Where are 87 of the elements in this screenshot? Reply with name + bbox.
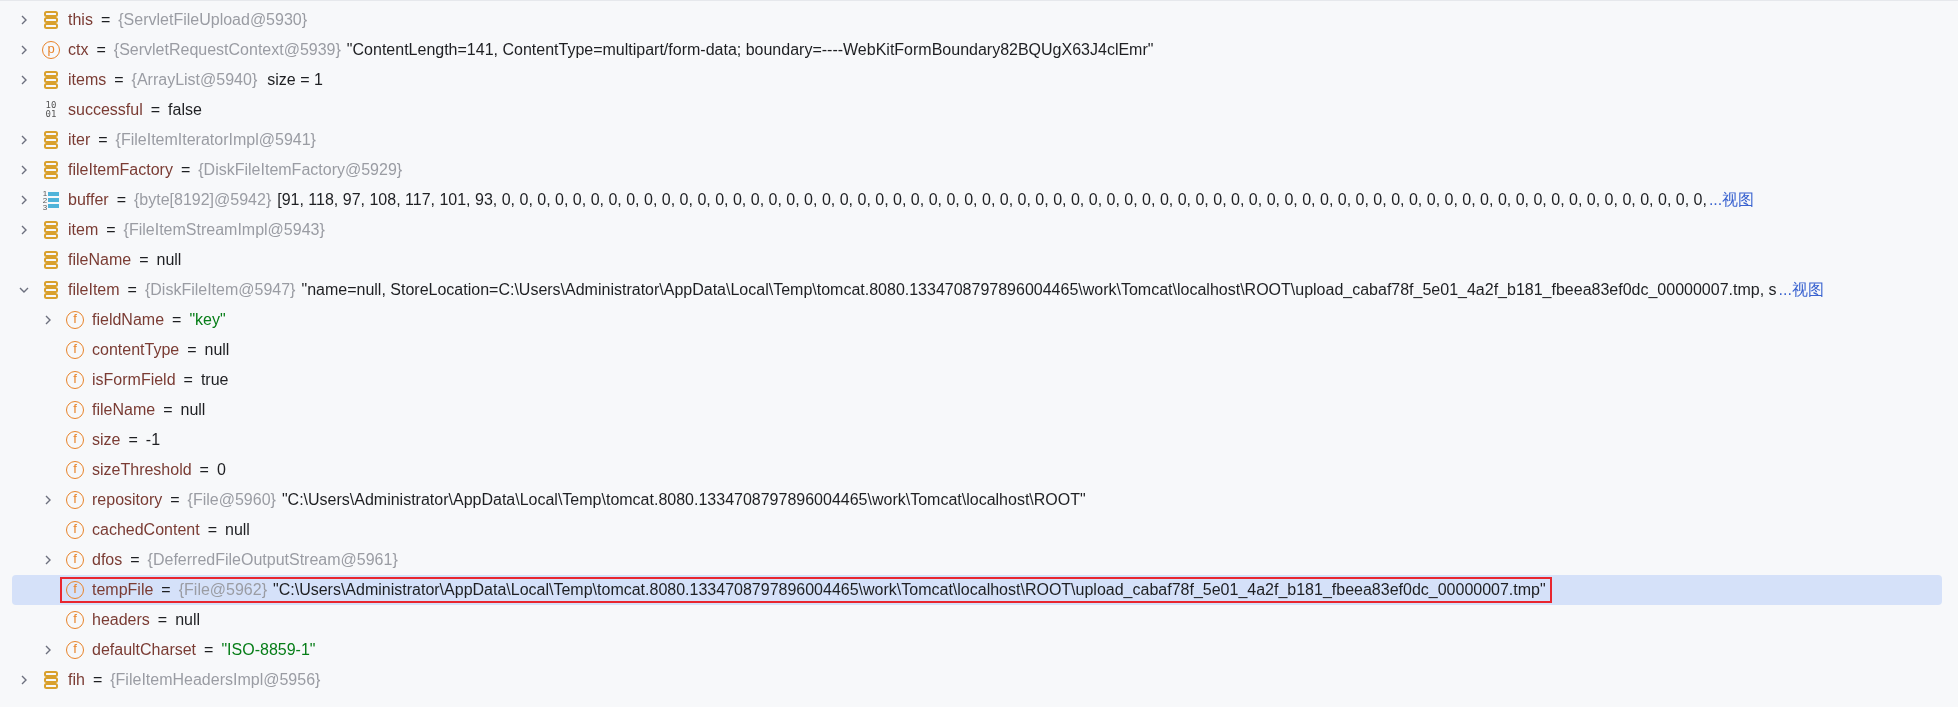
variable-name: headers	[92, 611, 150, 629]
equals-sign: =	[130, 551, 140, 569]
value-text: false	[168, 101, 202, 119]
type-label: {FileItemIteratorImpl@5941}	[115, 131, 316, 149]
equals-sign: =	[172, 311, 182, 329]
type-label: {DiskFileItem@5947}	[144, 281, 296, 299]
type-label: {ArrayList@5940}	[131, 71, 258, 89]
object-icon	[43, 10, 59, 30]
equals-sign: =	[150, 101, 161, 119]
value-text: "name=null, StoreLocation=C:\Users\Administrator\AppData\Local\Temp\tomcat.8080.1334708797896004465\work\Tomcat\localhost\ROOT\upload_cabaf78f_5e01_4a2f_b181_fbeea83ef0dc_00000007.tmp, s	[301, 281, 1777, 299]
equals-sign: =	[98, 131, 108, 149]
value-text: size = 1	[267, 71, 323, 89]
type-label: {byte[8192]@5942}	[133, 191, 272, 209]
value-text: 0	[216, 461, 226, 479]
variable-name: fieldName	[92, 311, 165, 329]
value-text: "C:\Users\Administrator\AppData\Local\Temp\tomcat.8080.1334708797896004465\work\Tomcat\localhost\ROOT"	[281, 491, 1086, 509]
equals-sign: =	[92, 671, 103, 689]
value-text: null	[180, 401, 206, 419]
variable-name: fileName	[68, 251, 132, 269]
variable-name: defaultCharset	[92, 641, 197, 659]
object-icon	[43, 250, 59, 270]
object-icon	[43, 670, 59, 690]
equals-sign: =	[180, 161, 191, 179]
variable-name: fih	[68, 671, 85, 689]
variable-name: items	[68, 71, 107, 89]
variable-name: item	[68, 221, 99, 239]
equals-sign: =	[96, 41, 106, 59]
variable-name: iter	[68, 131, 91, 149]
variable-name: size	[92, 431, 121, 449]
view-link[interactable]: ...视图	[1708, 189, 1755, 211]
equals-sign: =	[114, 71, 124, 89]
value-text: true	[200, 371, 229, 389]
value-text: [91, 118, 97, 108, 117, 101, 93, 0, 0, 0, 0, 0, 0, 0, 0, 0, 0, 0, 0, 0, 0, 0, 0, 0, 0, 0, 0, 0, 0, 0, 0, 0, 0, 0, 0, 0, 0, 0, 0, 0, 0, 0, 0, 0, 0, 0, 0, 0, 0, 0, 0, 0, 0, 0, 0, 0, 0, 0, 0, 0, 0, 0, 0, 0, 0, 0, 0, 0, 0, 0, 0, 0, 0, 0, 0,	[277, 191, 1707, 209]
equals-sign: =	[204, 641, 214, 659]
variable-name: repository	[92, 491, 163, 509]
variable-name: buffer	[68, 191, 109, 209]
variable-name: ctx	[68, 41, 89, 59]
primitive-icon: 10 01	[45, 101, 57, 119]
view-link[interactable]: ...视图	[1778, 279, 1824, 301]
variable-name: dfos	[92, 551, 123, 569]
variable-name: fileName	[92, 401, 156, 419]
object-icon	[43, 220, 59, 240]
type-label: {DiskFileItemFactory@5929}	[198, 161, 403, 179]
type-label: {ServletRequestContext@5939}	[113, 41, 341, 59]
variable-name: sizeThreshold	[92, 461, 192, 479]
object-icon	[43, 70, 59, 90]
object-icon	[43, 130, 59, 150]
object-icon	[43, 160, 59, 180]
variable-name: cachedContent	[92, 521, 200, 539]
value-text: null	[204, 341, 230, 359]
value-text: "key"	[189, 311, 226, 329]
variable-name: contentType	[92, 341, 180, 359]
equals-sign: =	[199, 461, 209, 479]
equals-sign: =	[187, 341, 197, 359]
equals-sign: =	[161, 581, 171, 599]
type-label: {ServletFileUpload@5930}	[118, 11, 308, 29]
selected-row[interactable]: f tempFile = {File@5962} "C:\Users\Administrator\AppData\Local\Temp\tomcat.8080.1334708797896004465\work\Tomcat\localhost\ROOT\upload_cabaf78f_5e01_4a2f_b181_fbeea83ef0dc_00000007.tmp"	[12, 575, 1942, 605]
variable-name: successful	[68, 101, 143, 119]
equals-sign: =	[207, 521, 217, 539]
value-text: -1	[145, 431, 161, 449]
value-text: null	[156, 251, 182, 269]
type-label: {File@5962}	[178, 581, 267, 599]
value-text: "ContentLength=141, ContentType=multipart/form-data; boundary=----WebKitFormBoundary82BQUgX63J4clEmr"	[346, 41, 1154, 59]
value-text: "ISO-8859-1"	[221, 641, 316, 659]
equals-sign: =	[183, 371, 193, 389]
variable-name: tempFile	[92, 581, 154, 599]
type-label: {FileItemStreamImpl@5943}	[123, 221, 325, 239]
variable-name: isFormField	[92, 371, 176, 389]
value-text: null	[175, 611, 201, 629]
equals-sign: =	[100, 11, 111, 29]
equals-sign: =	[127, 281, 137, 299]
equals-sign: =	[157, 611, 168, 629]
type-label: {DeferredFileOutputStream@5961}	[147, 551, 398, 569]
equals-sign: =	[139, 251, 149, 269]
equals-sign: =	[128, 431, 138, 449]
type-label: {FileItemHeadersImpl@5956}	[110, 671, 321, 689]
variable-name: this	[68, 11, 93, 29]
equals-sign: =	[106, 221, 116, 239]
value-text: "C:\Users\Administrator\AppData\Local\Temp\tomcat.8080.1334708797896004465\work\Tomcat\localhost\ROOT\upload_cabaf78f_5e01_4a2f_b181_fbeea83ef0dc_00000007.tmp"	[273, 581, 1546, 599]
value-text: null	[225, 521, 250, 539]
object-icon	[43, 280, 59, 300]
variable-name: fileItemFactory	[68, 161, 173, 179]
type-label: {File@5960}	[187, 491, 276, 509]
equals-sign: =	[170, 491, 180, 509]
equals-sign: =	[116, 191, 126, 209]
variable-name: fileItem	[68, 281, 120, 299]
equals-sign: =	[163, 401, 173, 419]
